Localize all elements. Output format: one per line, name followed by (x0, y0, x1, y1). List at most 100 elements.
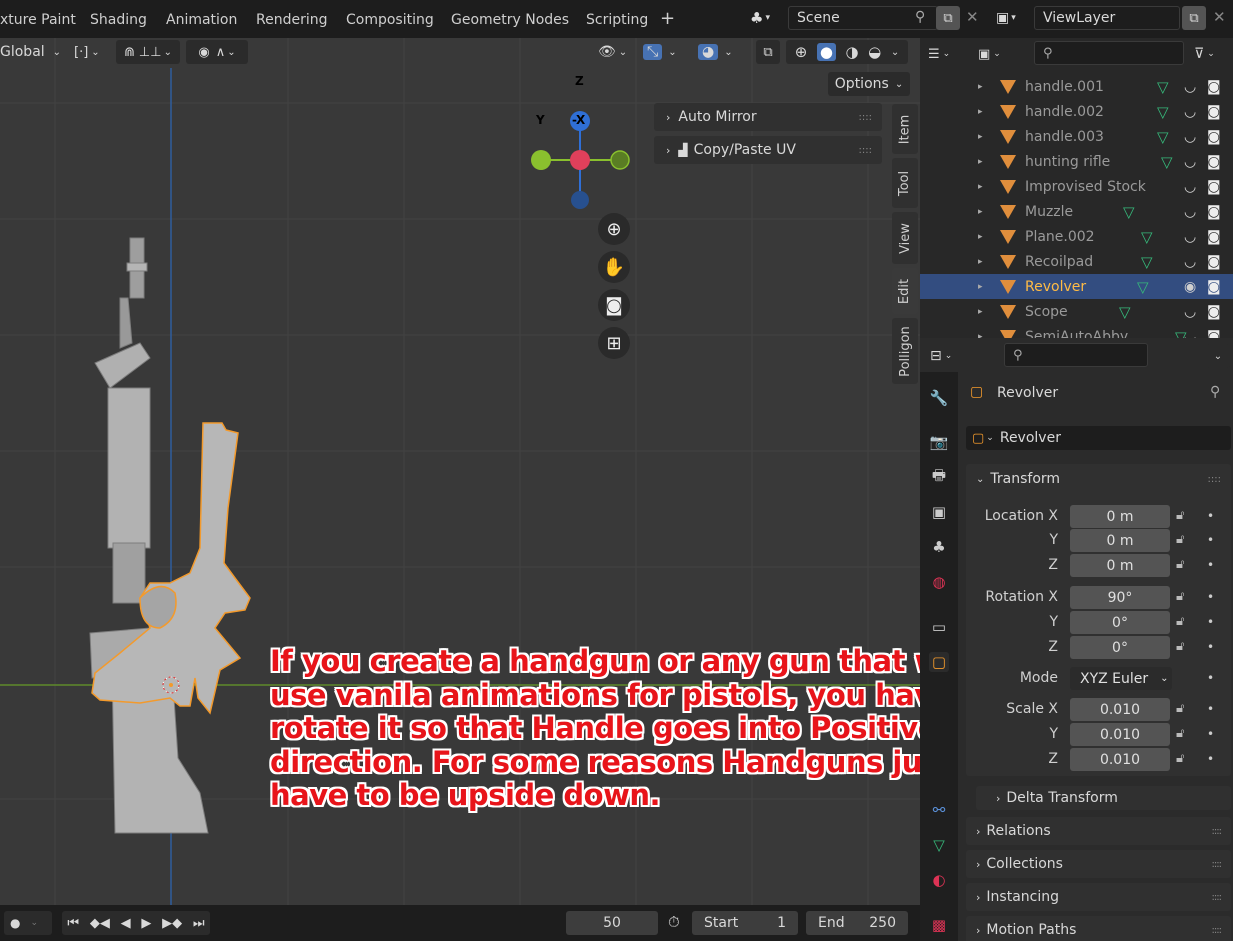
camera-icon[interactable]: ◙ (1207, 329, 1221, 339)
stopwatch-icon[interactable]: ⏱ (668, 913, 680, 931)
tab-item[interactable]: Item (892, 104, 918, 154)
tab-scripting[interactable]: Scripting (586, 12, 648, 28)
viewlayer-browse-button[interactable]: ▣ ▾ (996, 6, 1032, 30)
object-name-field[interactable]: ▢ ⌄ Revolver (966, 426, 1231, 450)
drag-handle-icon[interactable]: :::: (1208, 474, 1221, 485)
eye-closed-icon[interactable]: ◡ (1184, 79, 1196, 95)
camera-icon[interactable]: ◙ (1207, 154, 1221, 170)
prev-keyframe-icon[interactable]: ◆◀ (90, 916, 110, 931)
outliner-row[interactable]: ▸ Muzzle ▽ ◡ ◙ (920, 199, 1233, 224)
object-name[interactable]: handle.001 (1025, 79, 1104, 95)
texture-icon[interactable]: ▩ (929, 915, 949, 935)
panel-auto-mirror[interactable]: › Auto Mirror :::: (654, 103, 882, 131)
keyframe-dot-icon[interactable]: • (1207, 727, 1214, 741)
object-name[interactable]: Scope (1025, 304, 1068, 320)
camera-icon[interactable]: ◙ (1207, 254, 1221, 270)
motion-paths-section[interactable]: › Motion Paths:::: (966, 916, 1231, 941)
tab-tool[interactable]: Tool (892, 158, 918, 208)
camera-icon[interactable]: ◙ (1207, 204, 1221, 220)
object-name[interactable]: Improvised Stock (1025, 179, 1146, 195)
keyframe-dot-icon[interactable]: • (1207, 590, 1214, 604)
eye-closed-icon[interactable]: ◡ (1184, 129, 1196, 145)
expand-arrow-icon[interactable]: ▸ (978, 307, 983, 317)
unlock-icon[interactable]: 🔓︎ (1176, 589, 1184, 604)
material-icon[interactable]: ◐ (929, 870, 949, 890)
instancing-section[interactable]: › Instancing:::: (966, 883, 1231, 911)
eye-closed-icon[interactable]: ◡ (1184, 329, 1196, 339)
scale-y-field[interactable]: 0.010 (1070, 723, 1170, 746)
expand-arrow-icon[interactable]: ▸ (978, 257, 983, 267)
tab-compositing[interactable]: Compositing (346, 12, 434, 28)
eye-closed-icon[interactable]: ◡ (1184, 229, 1196, 245)
eye-closed-icon[interactable]: ◡ (1184, 304, 1196, 320)
play-icon[interactable]: ▶ (141, 916, 151, 931)
tab-geometry-nodes[interactable]: Geometry Nodes (451, 12, 569, 28)
rotation-mode-dropdown[interactable]: XYZ Euler ⌄ (1070, 667, 1172, 690)
end-frame-field[interactable]: End 250 (806, 911, 908, 935)
object-name[interactable]: hunting rifle (1025, 154, 1110, 170)
start-frame-field[interactable]: Start 1 (692, 911, 798, 935)
pivot-point-dropdown[interactable]: [·] ⌄ (74, 40, 110, 64)
expand-arrow-icon[interactable]: ▸ (978, 82, 983, 92)
drag-handle-icon[interactable]: :::: (859, 145, 872, 156)
tab-polligon[interactable]: Polligon (892, 318, 918, 384)
object-name[interactable]: Muzzle (1025, 204, 1073, 220)
eye-closed-icon[interactable]: ◡ (1184, 154, 1196, 170)
proportional-edit-toggle[interactable]: ◉ ∧ ⌄ (186, 40, 248, 64)
collections-section[interactable]: › Collections:::: (966, 850, 1231, 878)
eye-closed-icon[interactable]: ◡ (1184, 104, 1196, 120)
keyframe-dot-icon[interactable]: • (1207, 558, 1214, 572)
unlock-icon[interactable]: 🔓︎ (1176, 639, 1184, 654)
scale-z-field[interactable]: 0.010 (1070, 748, 1170, 771)
outliner-row[interactable]: ▸ hunting rifle ▽ ◡ ◙ (920, 149, 1233, 174)
unlock-icon[interactable]: 🔓︎ (1176, 614, 1184, 629)
rotation-z-field[interactable]: 0° (1070, 636, 1170, 659)
jump-start-icon[interactable]: ⏮ (67, 916, 79, 931)
properties-search-input[interactable]: ⚲ (1004, 343, 1148, 367)
mesh-data-icon[interactable]: ▽ (1141, 253, 1153, 271)
mesh-data-icon[interactable]: ▽ (1157, 128, 1169, 146)
tab-rendering[interactable]: Rendering (256, 12, 328, 28)
keyframe-dot-icon[interactable]: • (1207, 615, 1214, 629)
next-keyframe-icon[interactable]: ▶◆ (162, 916, 182, 931)
camera-view-button[interactable]: ◙ (598, 289, 630, 321)
panel-copy-paste-uv[interactable]: › ▟ Copy/Paste UV :::: (654, 136, 882, 164)
expand-arrow-icon[interactable]: ▸ (978, 282, 983, 292)
close-icon[interactable]: ✕ (1213, 8, 1226, 26)
new-viewlayer-button[interactable]: ⧉ (1182, 6, 1206, 30)
camera-icon[interactable]: ◙ (1207, 279, 1221, 295)
collection-icon[interactable]: ▭ (929, 617, 949, 637)
options-button[interactable]: ⌄ (1206, 344, 1230, 368)
outliner-row[interactable]: ▸ Revolver ▽ ◉ ◙ (920, 274, 1233, 299)
mesh-data-icon[interactable]: ▽ (1119, 303, 1131, 321)
outliner-row[interactable]: ▸ handle.001 ▽ ◡ ◙ (920, 74, 1233, 99)
outliner-row[interactable]: ▸ Scope ▽ ◡ ◙ (920, 299, 1233, 324)
camera-icon[interactable]: ◙ (1207, 104, 1221, 120)
rotation-x-field[interactable]: 90° (1070, 586, 1170, 609)
add-workspace-button[interactable]: + (660, 8, 675, 29)
delta-transform-subpanel[interactable]: › Delta Transform (976, 786, 1231, 810)
camera-icon[interactable]: ◙ (1207, 229, 1221, 245)
eye-icon[interactable]: ◉ (1184, 279, 1196, 295)
outliner-row[interactable]: ▸ handle.003 ▽ ◡ ◙ (920, 124, 1233, 149)
new-scene-button[interactable]: ⧉ (936, 6, 960, 30)
rotation-y-field[interactable]: 0° (1070, 611, 1170, 634)
snap-toggle[interactable]: ⋒ ⊥⊥ ⌄ (116, 40, 180, 64)
tab-animation[interactable]: Animation (166, 12, 237, 28)
visibility-dropdown[interactable]: 👁 ⌄ (598, 40, 634, 64)
unlock-icon[interactable]: 🔓︎ (1176, 751, 1184, 766)
wireframe-shading-icon[interactable]: ⊕ (795, 43, 808, 61)
unlock-icon[interactable]: 🔓︎ (1176, 557, 1184, 572)
tab-texture-paint[interactable]: xture Paint (0, 12, 76, 28)
tab-shading[interactable]: Shading (90, 12, 147, 28)
object-icon[interactable]: ▢ (929, 652, 949, 672)
ortho-toggle-button[interactable]: ⊞ (598, 327, 630, 359)
mesh-data-icon[interactable]: ▽ (1157, 103, 1169, 121)
unlock-icon[interactable]: 🔓︎ (1176, 532, 1184, 547)
filter-dropdown[interactable]: ▣ ⌄ (978, 42, 1018, 66)
solid-shading-icon[interactable]: ● (816, 43, 836, 61)
drag-handle-icon[interactable]: :::: (1212, 892, 1223, 903)
render-icon[interactable]: 📷 (929, 432, 949, 452)
pin-icon[interactable]: ⚲ (1210, 384, 1220, 400)
mesh-data-icon[interactable]: ▽ (929, 835, 949, 855)
